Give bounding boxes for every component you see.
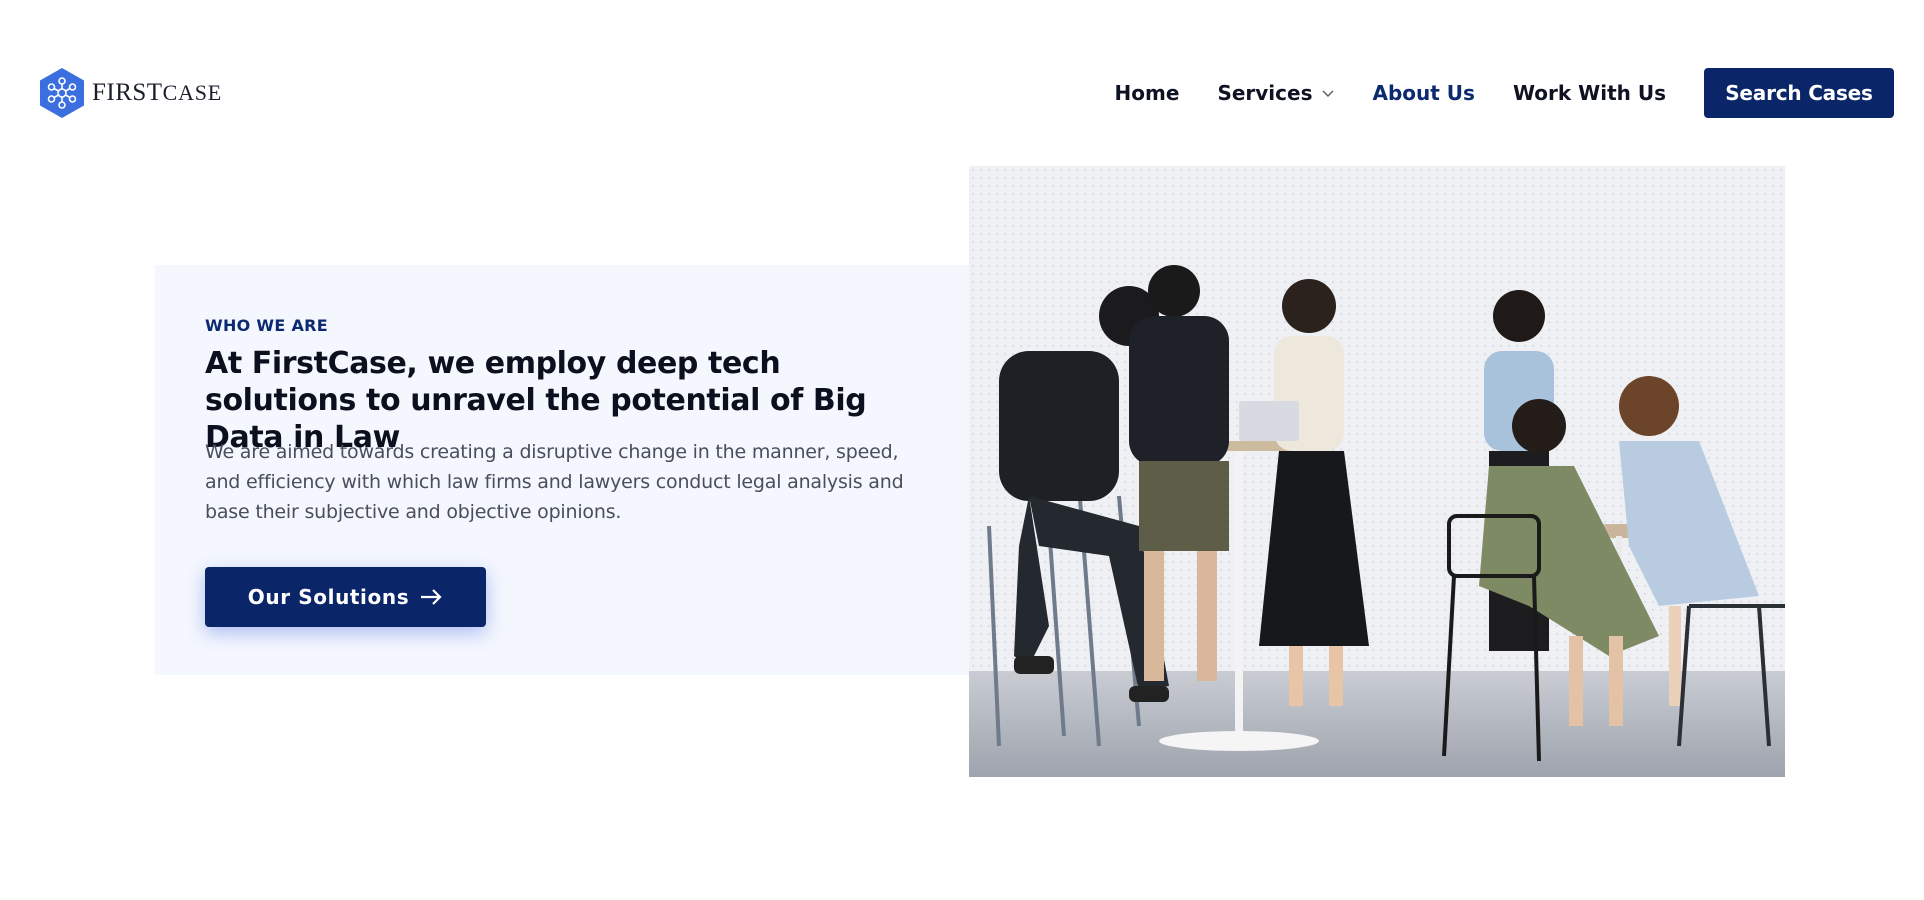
main-nav: Home Services About Us Work With Us Sear… (1115, 68, 1894, 118)
logo-wordmark: FIRSTCASE (92, 79, 222, 107)
our-solutions-button[interactable]: Our Solutions (205, 567, 486, 627)
nav-services-label: Services (1217, 81, 1313, 105)
team-photo (969, 166, 1785, 777)
arrow-right-icon (421, 589, 442, 605)
logo-text-first: FIRST (92, 79, 163, 106)
nav-home[interactable]: Home (1115, 81, 1180, 105)
about-card: WHO WE ARE At FirstCase, we employ deep … (155, 265, 970, 675)
our-solutions-label: Our Solutions (247, 585, 410, 609)
section-description: We are aimed towards creating a disrupti… (205, 441, 904, 523)
section-eyebrow: WHO WE ARE (205, 316, 328, 335)
nav-about-us[interactable]: About Us (1373, 81, 1475, 105)
hexagon-network-icon (40, 68, 84, 118)
nav-work-with-us[interactable]: Work With Us (1513, 81, 1666, 105)
site-header: FIRSTCASE Home Services About Us Work Wi… (0, 0, 1924, 170)
nav-services[interactable]: Services (1217, 81, 1334, 105)
chevron-down-icon (1322, 90, 1333, 97)
logo-link[interactable]: FIRSTCASE (38, 67, 222, 119)
logo-text-case: CASE (162, 80, 223, 105)
search-cases-button[interactable]: Search Cases (1704, 68, 1894, 118)
team-photo-illustration (969, 166, 1785, 777)
page: FIRSTCASE Home Services About Us Work Wi… (0, 0, 1924, 900)
